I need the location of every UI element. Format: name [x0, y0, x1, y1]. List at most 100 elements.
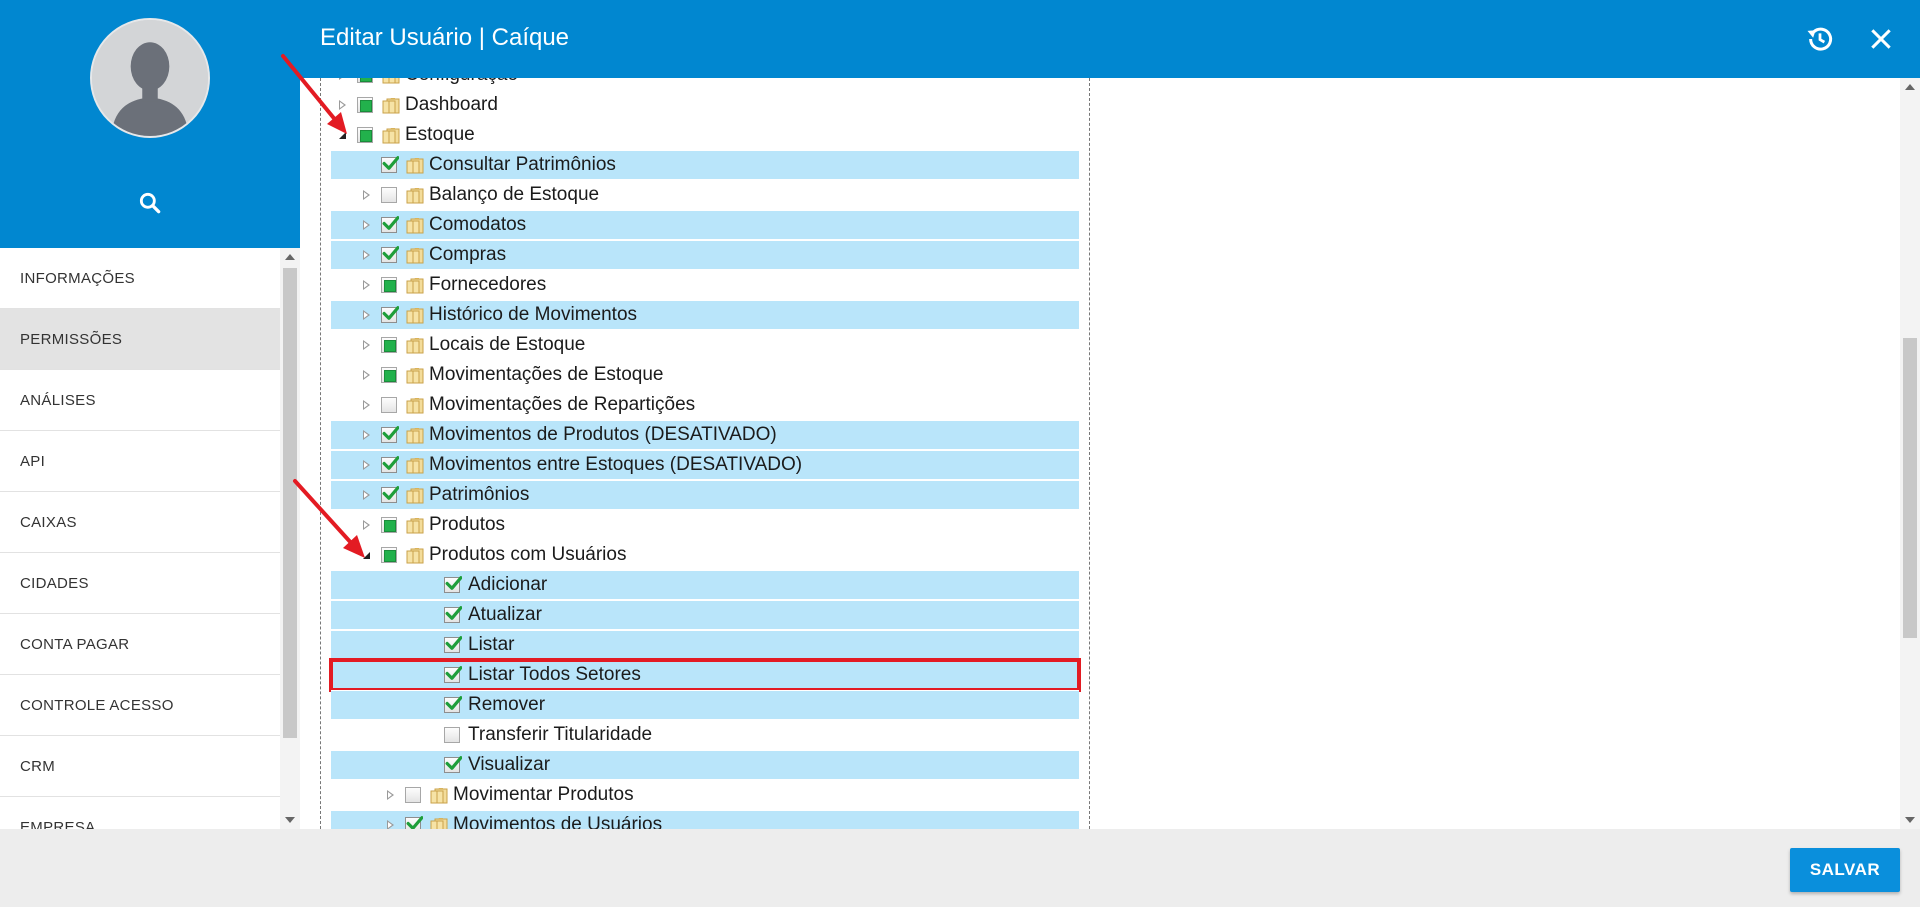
permission-checkbox[interactable]	[381, 517, 397, 533]
folder-icon	[405, 486, 425, 504]
permission-checkbox[interactable]	[381, 187, 397, 203]
permission-checkbox[interactable]	[381, 547, 397, 563]
tree-node[interactable]: Estoque	[331, 120, 1079, 150]
expand-arrow-icon[interactable]	[359, 188, 373, 202]
modal-footer: SALVAR	[0, 829, 1920, 907]
tree-node[interactable]: Locais de Estoque	[331, 330, 1079, 360]
tree-node-label: Locais de Estoque	[429, 334, 586, 355]
tree-node[interactable]: Patrimônios	[331, 480, 1079, 510]
permission-checkbox[interactable]	[405, 787, 421, 803]
tree-node[interactable]: Balanço de Estoque	[331, 180, 1079, 210]
permission-checkbox[interactable]	[381, 277, 397, 293]
tree-node[interactable]: Produtos	[331, 510, 1079, 540]
search-icon[interactable]	[137, 190, 163, 216]
expand-arrow-icon[interactable]	[359, 278, 373, 292]
permission-checkbox[interactable]	[444, 576, 462, 593]
tree-node[interactable]: Movimentar Produtos	[331, 780, 1079, 810]
sidebar-item[interactable]: CIDADES	[0, 553, 280, 614]
scroll-down-icon[interactable]	[285, 817, 295, 823]
tree-node-label: Configuração	[405, 78, 518, 86]
tree-node[interactable]: Transferir Titularidade	[331, 720, 1079, 750]
sidebar-item[interactable]: CONTA PAGAR	[0, 614, 280, 675]
close-icon[interactable]	[1868, 26, 1894, 52]
permission-checkbox[interactable]	[381, 216, 399, 233]
permission-checkbox[interactable]	[444, 727, 460, 743]
expand-arrow-icon[interactable]	[359, 248, 373, 262]
tree-node-label: Produtos	[429, 514, 506, 535]
expand-arrow-icon[interactable]	[359, 398, 373, 412]
user-avatar-icon	[90, 18, 210, 138]
folder-icon	[405, 276, 425, 294]
tree-node-label: Dashboard	[405, 94, 498, 115]
tree-node[interactable]: Compras	[331, 240, 1079, 270]
tree-node[interactable]: Remover	[331, 690, 1079, 720]
sidebar-item[interactable]: PERMISSÕES	[0, 309, 280, 370]
tree-node-highlighted[interactable]: Listar Todos Setores	[329, 658, 1081, 692]
expand-arrow-icon[interactable]	[383, 818, 397, 829]
permission-checkbox[interactable]	[357, 97, 373, 113]
tree-node[interactable]: Produtos com Usuários	[331, 540, 1079, 570]
permission-checkbox[interactable]	[444, 636, 462, 653]
content-scrollbar[interactable]	[1900, 78, 1920, 829]
permission-checkbox[interactable]	[444, 666, 462, 683]
scrollbar-thumb[interactable]	[1903, 338, 1917, 638]
tree-node-label: Atualizar	[468, 604, 542, 625]
expand-arrow-icon[interactable]	[359, 368, 373, 382]
permission-checkbox[interactable]	[381, 456, 399, 473]
tree-node[interactable]: Consultar Patrimônios	[331, 150, 1079, 180]
tree-node-label: Movimentos de Produtos (DESATIVADO)	[429, 424, 777, 445]
folder-icon	[405, 336, 425, 354]
permission-checkbox[interactable]	[381, 367, 397, 383]
expand-arrow-icon[interactable]	[359, 218, 373, 232]
permission-checkbox[interactable]	[381, 246, 399, 263]
tree-node[interactable]: Movimentações de Repartições	[331, 390, 1079, 420]
tree-node-label: Produtos com Usuários	[429, 544, 627, 565]
tree-node[interactable]: Listar	[331, 630, 1079, 660]
scroll-up-icon[interactable]	[1905, 84, 1915, 90]
permission-checkbox[interactable]	[381, 397, 397, 413]
expand-arrow-icon[interactable]	[383, 788, 397, 802]
save-button[interactable]: SALVAR	[1790, 848, 1900, 892]
scroll-up-icon[interactable]	[285, 254, 295, 260]
permission-checkbox[interactable]	[381, 306, 399, 323]
tree-node[interactable]: Dashboard	[331, 90, 1079, 120]
expand-arrow-icon[interactable]	[359, 428, 373, 442]
tree-node[interactable]: Movimentos entre Estoques (DESATIVADO)	[331, 450, 1079, 480]
tree-node[interactable]: Movimentos de Produtos (DESATIVADO)	[331, 420, 1079, 450]
tree-node[interactable]: Movimentos de Usuários	[331, 810, 1079, 829]
sidebar-item[interactable]: ANÁLISES	[0, 370, 280, 431]
permission-checkbox[interactable]	[444, 756, 462, 773]
tree-node[interactable]: Visualizar	[331, 750, 1079, 780]
expand-arrow-icon[interactable]	[359, 458, 373, 472]
folder-icon	[405, 186, 425, 204]
sidebar-item[interactable]: INFORMAÇÕES	[0, 248, 280, 309]
permission-checkbox[interactable]	[357, 78, 373, 83]
tree-node[interactable]: Adicionar	[331, 570, 1079, 600]
folder-icon	[405, 396, 425, 414]
folder-icon	[429, 816, 449, 829]
permission-checkbox[interactable]	[357, 127, 373, 143]
sidebar-item[interactable]: EMPRESA	[0, 797, 280, 829]
tree-node[interactable]: Histórico de Movimentos	[331, 300, 1079, 330]
permission-checkbox[interactable]	[381, 156, 399, 173]
sidebar-item[interactable]: CONTROLE ACESSO	[0, 675, 280, 736]
tree-node-label: Listar	[468, 634, 515, 655]
sidebar-item[interactable]: CAIXAS	[0, 492, 280, 553]
permission-checkbox[interactable]	[405, 816, 423, 829]
expand-arrow-icon[interactable]	[359, 338, 373, 352]
tree-node[interactable]: Atualizar	[331, 600, 1079, 630]
permission-checkbox[interactable]	[381, 337, 397, 353]
scroll-down-icon[interactable]	[1905, 817, 1915, 823]
tree-node[interactable]: Comodatos	[331, 210, 1079, 240]
permission-checkbox[interactable]	[444, 696, 462, 713]
permission-checkbox[interactable]	[381, 486, 399, 503]
tree-node[interactable]: Fornecedores	[331, 270, 1079, 300]
permission-checkbox[interactable]	[444, 606, 462, 623]
permission-checkbox[interactable]	[381, 426, 399, 443]
sidebar-item[interactable]: CRM	[0, 736, 280, 797]
sidebar-item[interactable]: API	[0, 431, 280, 492]
expand-arrow-icon[interactable]	[359, 308, 373, 322]
history-icon[interactable]	[1805, 24, 1835, 54]
tree-node[interactable]: Movimentações de Estoque	[331, 360, 1079, 390]
tree-node[interactable]: Configuração	[331, 78, 1079, 90]
